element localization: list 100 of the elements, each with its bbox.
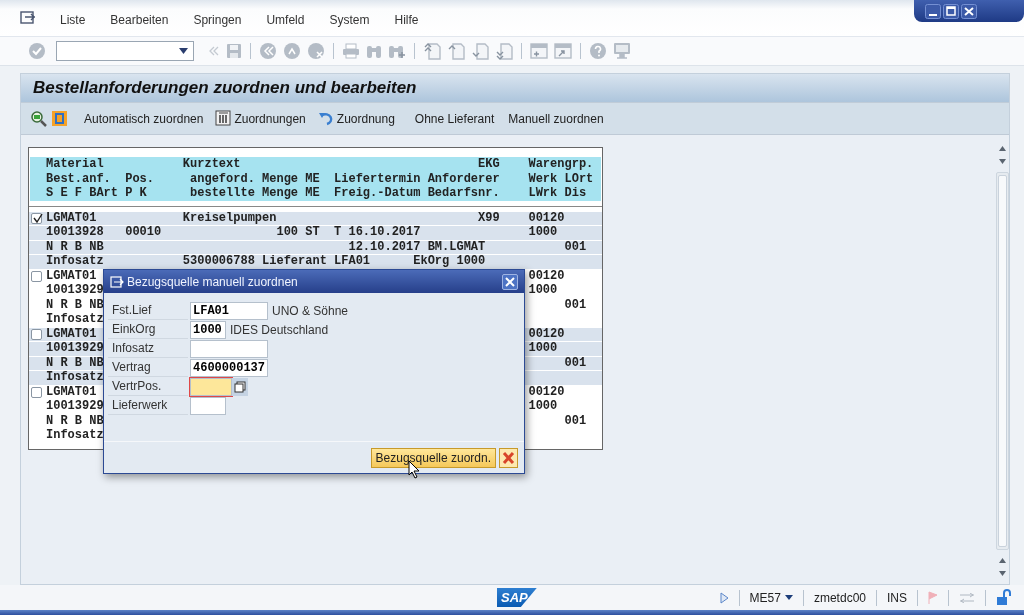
- column-header: Werk LOrt: [528, 171, 594, 186]
- menu-item[interactable]: Bearbeiten: [110, 11, 169, 36]
- undo-arrow-icon: [317, 110, 335, 127]
- maximize-button[interactable]: [943, 3, 959, 19]
- menu-item[interactable]: Springen: [193, 11, 242, 36]
- cancel-button[interactable]: [499, 447, 518, 468]
- column-header: LWrk Dis: [528, 186, 587, 201]
- menu-item[interactable]: Umfeld: [266, 11, 305, 36]
- list-text: 001: [563, 356, 587, 370]
- command-field[interactable]: [56, 41, 194, 61]
- list-text: N R B NB: [46, 298, 104, 312]
- field-label: EinkOrg: [108, 320, 188, 339]
- checkbox[interactable]: [31, 386, 42, 398]
- field-label: Fst.Lief: [108, 301, 188, 320]
- list-text: 10013929: [46, 342, 104, 356]
- list-text: LGMAT01: [46, 327, 97, 341]
- previous-page-icon[interactable]: [447, 42, 465, 60]
- window-menu-icon[interactable]: [110, 275, 124, 288]
- dialog-title: Bezugsquelle manuell zuordnen: [127, 273, 298, 291]
- menu-item[interactable]: Hilfe: [394, 11, 419, 36]
- list-text: 1000: [528, 342, 558, 356]
- menu-item[interactable]: Liste: [60, 11, 86, 36]
- input-field[interactable]: [190, 339, 268, 358]
- new-window-icon[interactable]: [530, 43, 548, 59]
- field-label: Lieferwerk: [108, 396, 188, 415]
- transfer-icon: [959, 592, 975, 603]
- toolbar-button[interactable]: Zuordnung: [313, 107, 399, 130]
- save-icon[interactable]: [226, 43, 242, 59]
- list-text: 00120: [528, 327, 565, 341]
- list-text: 1000: [528, 400, 558, 414]
- list-text: 00120: [528, 385, 565, 399]
- input-field[interactable]: [190, 377, 232, 396]
- list-text: N R B NB: [46, 414, 104, 428]
- field-label: Vertrag: [108, 358, 188, 377]
- menu-item[interactable]: System: [329, 11, 370, 36]
- dropdown-arrow-icon: [784, 595, 793, 600]
- list-text: N R B NB: [46, 356, 104, 370]
- checkbox[interactable]: [31, 270, 42, 282]
- list-text: 10013928 00010 100 ST T 16.10.2017: [46, 226, 421, 240]
- input-field[interactable]: 1000: [190, 320, 226, 339]
- assign-button[interactable]: Bezugsquelle zuordn.: [370, 447, 496, 468]
- server-name: zmetdc00: [813, 589, 866, 607]
- screen-title: Bestellanforderungen zuordnen und bearbeiten: [21, 74, 1009, 102]
- cancel-icon[interactable]: [307, 42, 325, 60]
- list-text: 10013929: [46, 400, 104, 414]
- checkmark-icon: [32, 212, 43, 224]
- field-label: Infosatz: [108, 339, 188, 358]
- list-text: 001: [563, 298, 587, 312]
- dropdown-arrow-icon[interactable]: [179, 48, 188, 54]
- double-left-arrow-icon[interactable]: [208, 45, 220, 57]
- column-header: Material Kurztext EKG: [46, 157, 500, 172]
- toolbar-button[interactable]: Zuordnungen: [211, 107, 310, 130]
- list-text: 001: [563, 240, 587, 254]
- binoculars-plus-icon[interactable]: [388, 43, 406, 59]
- list-text: Infosatz 5300006788 Lieferant LFA01 EkOrg 1000: [46, 255, 486, 269]
- list-text: 00120: [528, 269, 565, 283]
- play-triangle-icon[interactable]: [719, 591, 729, 604]
- list-text: LGMAT01: [46, 385, 97, 399]
- back-icon[interactable]: [259, 42, 277, 60]
- column-header: Warengrp.: [528, 157, 594, 172]
- first-page-icon[interactable]: [423, 42, 441, 60]
- toolbar-button[interactable]: Manuell zuordnen: [504, 107, 608, 130]
- field-description: IDES Deutschland: [230, 321, 329, 339]
- flag-icon: [928, 591, 938, 604]
- column-header: Best.anf. Pos. angeford. Menge ME Liefertermin Anforderer: [46, 171, 500, 186]
- close-icon: [503, 274, 517, 289]
- checkbox[interactable]: [31, 328, 42, 340]
- list-text: Infosatz: [46, 313, 104, 327]
- insert-mode: INS: [887, 589, 907, 607]
- exit-icon[interactable]: [283, 42, 301, 60]
- shortcut-icon[interactable]: [554, 43, 572, 59]
- checkbox[interactable]: [31, 212, 42, 224]
- input-field[interactable]: 4600000137: [190, 358, 268, 377]
- list-text: 1000: [528, 226, 558, 240]
- print-icon[interactable]: [342, 43, 360, 59]
- next-page-icon[interactable]: [471, 42, 489, 60]
- minimize-button[interactable]: [925, 3, 941, 19]
- window-menu-icon[interactable]: [20, 11, 36, 25]
- list-text: Infosatz: [46, 371, 104, 385]
- binoculars-icon[interactable]: [366, 43, 382, 59]
- unlocked-padlock-icon[interactable]: [996, 589, 1012, 606]
- help-icon[interactable]: [589, 42, 607, 60]
- monitor-icon[interactable]: [613, 42, 631, 60]
- toolbar-button[interactable]: Automatisch zuordnen: [80, 107, 208, 130]
- list-text: Infosatz: [46, 429, 104, 443]
- sap-logo: SAP: [497, 588, 537, 607]
- close-button[interactable]: [961, 3, 977, 19]
- list-text: LGMAT01: [46, 269, 97, 283]
- field-label: VertrPos.: [108, 377, 188, 396]
- list-text: 10013929: [46, 284, 104, 298]
- close-button[interactable]: [502, 273, 518, 290]
- last-page-icon[interactable]: [495, 42, 513, 60]
- list-text: N R B NB 12.10.2017 BM.LGMAT: [46, 240, 486, 254]
- field-description: UNO & Söhne: [272, 302, 349, 320]
- magnifier-icon[interactable]: [30, 110, 47, 127]
- toolbar-button[interactable]: Ohne Lieferant: [410, 107, 499, 130]
- enter-icon[interactable]: [28, 42, 46, 60]
- input-field[interactable]: LFA01: [190, 301, 268, 320]
- list-text: 00120: [528, 211, 565, 225]
- transaction-dropdown[interactable]: ME57: [749, 588, 793, 607]
